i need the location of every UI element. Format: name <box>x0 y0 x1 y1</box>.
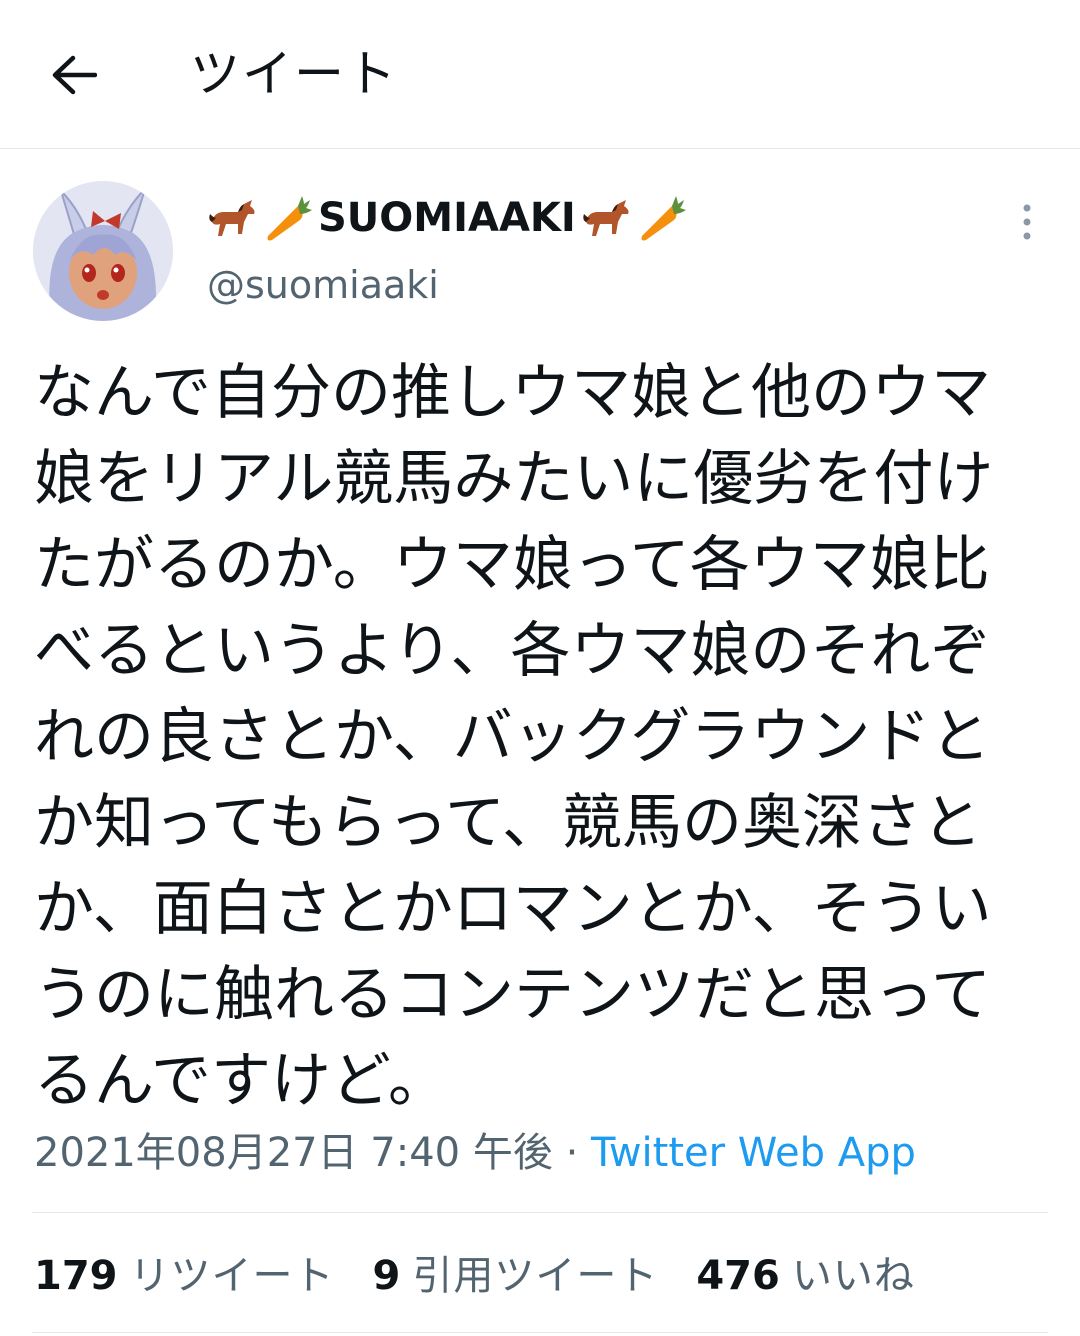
display-name[interactable]: SUOMIAAKI <box>206 188 688 248</box>
likes-stat[interactable]: 476 いいね <box>696 1243 915 1301</box>
more-options-button[interactable] <box>1005 196 1049 248</box>
tweet-line: たがるのか。ウマ娘って各ウマ娘比 <box>34 530 990 600</box>
tweet-line: うのに触れるコンテンツだと思って <box>34 960 991 1030</box>
tweet-line: べるというより、各ウマ娘のそれぞ <box>34 616 991 686</box>
tweet-stats: 179 リツイート 9 引用ツイート 476 いいね <box>34 1240 953 1304</box>
tweet-detail-page: ツイート SUOMIAAKI @suomiaaki なんで自分の推しウマ娘と他の… <box>0 0 1080 1336</box>
top-app-bar: ツイート <box>0 0 1080 149</box>
divider <box>32 1332 1048 1333</box>
anime-bunny-girl-avatar-icon <box>33 181 173 321</box>
tweet-timestamp[interactable]: 2021年08月27日 7:40 午後 <box>34 1130 553 1176</box>
carrot-emoji-icon <box>267 196 312 241</box>
tweet-line: か、面白さとかロマンとか、そうい <box>34 874 992 944</box>
retweets-label: リツイート <box>129 1253 335 1299</box>
meta-separator: · <box>552 1130 592 1176</box>
divider <box>32 1212 1048 1213</box>
tweet-text: なんで自分の推しウマ娘と他のウマ 娘をリアル競馬みたいに優劣を付け たがるのか。… <box>34 350 1046 1124</box>
tweet-line: れの良さとか、バックグラウンドと <box>34 702 991 772</box>
horse-emoji-icon <box>209 200 255 236</box>
quotes-stat[interactable]: 9 引用ツイート <box>373 1243 659 1301</box>
tweet-line: るんですけど。 <box>34 1046 448 1116</box>
quotes-count: 9 <box>372 1253 401 1299</box>
page-title: ツイート <box>190 45 398 103</box>
tweet-meta: 2021年08月27日 7:40 午後 · Twitter Web App <box>34 1124 916 1182</box>
quotes-label: 引用ツイート <box>412 1253 659 1299</box>
display-name-text: SUOMIAAKI <box>318 195 576 241</box>
tweet-line: 娘をリアル競馬みたいに優劣を付け <box>34 444 994 514</box>
avatar[interactable] <box>33 181 173 321</box>
back-button[interactable] <box>44 50 104 100</box>
tweet-line: なんで自分の推しウマ娘と他のウマ <box>34 358 991 428</box>
more-vertical-icon <box>1023 204 1031 240</box>
horse-emoji-icon <box>583 200 629 236</box>
likes-label: いいね <box>791 1253 915 1299</box>
retweets-stat[interactable]: 179 リツイート <box>34 1243 335 1301</box>
tweet-source-link[interactable]: Twitter Web App <box>591 1130 916 1176</box>
tweet-line: か知ってもらって、競馬の奥深さと <box>34 788 982 858</box>
user-handle[interactable]: @suomiaaki <box>207 259 439 311</box>
likes-count: 476 <box>696 1253 780 1299</box>
carrot-emoji-icon <box>641 196 686 241</box>
arrow-left-icon <box>52 55 97 95</box>
retweets-count: 179 <box>34 1253 118 1299</box>
